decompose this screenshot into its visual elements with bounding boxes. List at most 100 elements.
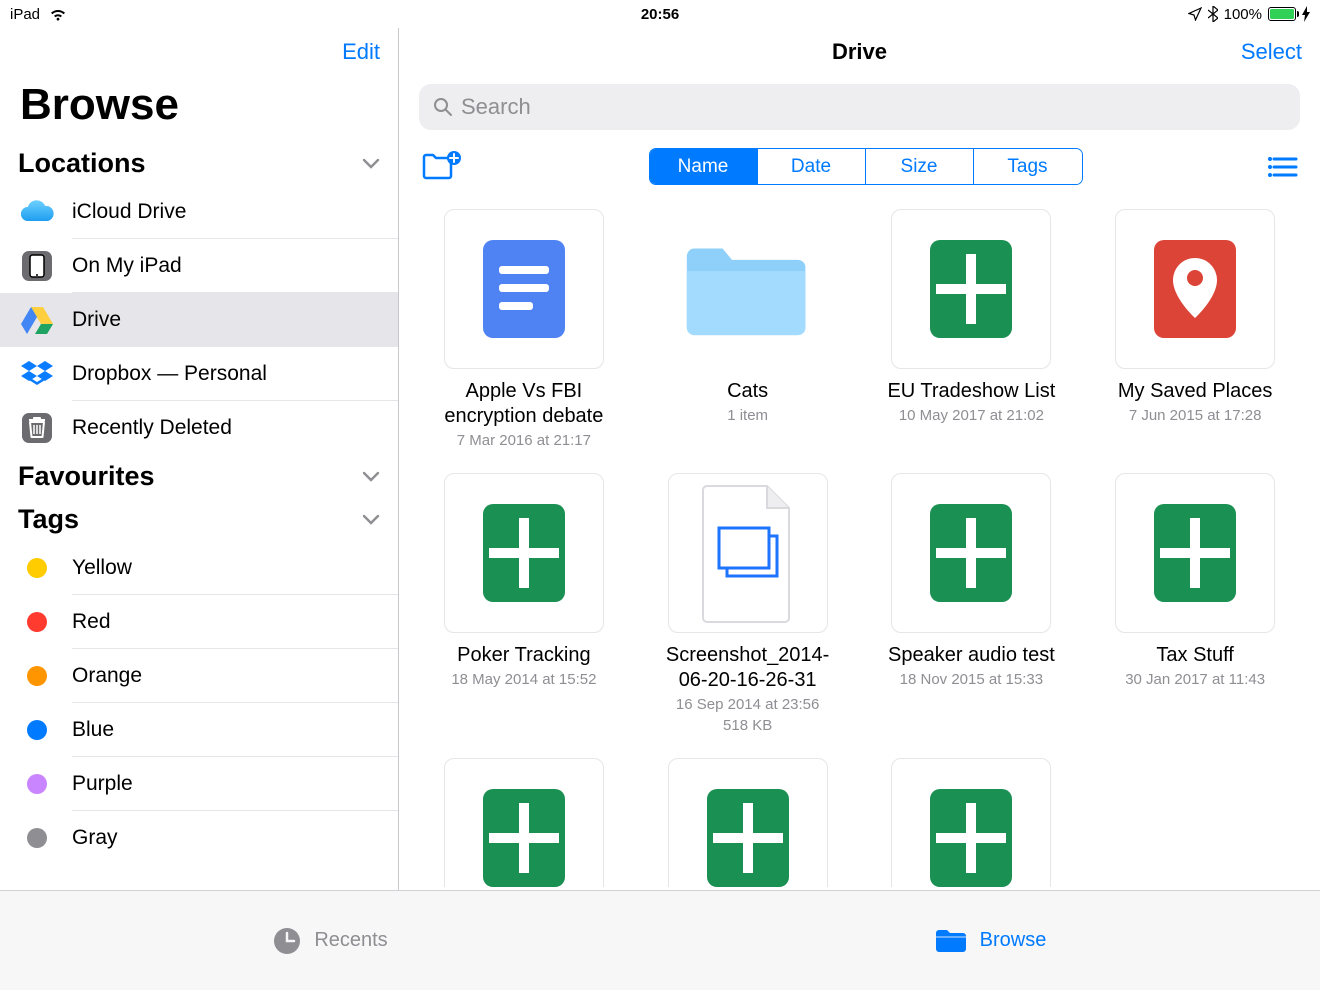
gmap-icon xyxy=(1115,209,1275,369)
dropbox-icon xyxy=(18,355,56,393)
file-name: Cats xyxy=(727,379,768,404)
gsheet-icon xyxy=(891,473,1051,633)
file-size: 518 KB xyxy=(723,716,772,736)
tag-red[interactable]: Red xyxy=(72,595,398,649)
file-name: Screenshot_2014-06-20-16-26-31 xyxy=(655,643,840,693)
file-item[interactable]: Apple Vs FBI encryption debate 7 Mar 201… xyxy=(423,209,625,451)
file-item[interactable] xyxy=(647,758,849,888)
tag-label: Orange xyxy=(72,664,142,688)
gsheet-icon xyxy=(891,758,1051,888)
sort-tags[interactable]: Tags xyxy=(974,149,1082,184)
file-meta: 18 May 2014 at 15:52 xyxy=(451,670,596,690)
file-name: My Saved Places xyxy=(1118,379,1273,404)
file-meta: 30 Jan 2017 at 11:43 xyxy=(1125,670,1265,690)
bottom-tab-bar: Recents Browse xyxy=(0,890,1320,990)
select-button[interactable]: Select xyxy=(1241,39,1302,65)
file-item[interactable]: EU Tradeshow List 10 May 2017 at 21:02 xyxy=(871,209,1073,451)
charging-icon xyxy=(1302,6,1310,22)
file-item[interactable]: My Saved Places 7 Jun 2015 at 17:28 xyxy=(1094,209,1296,451)
tag-gray[interactable]: Gray xyxy=(72,811,398,865)
sort-date[interactable]: Date xyxy=(758,149,866,184)
browse-title: Browse xyxy=(0,76,398,142)
tab-label: Recents xyxy=(314,929,387,952)
sidebar: Edit Browse Locations iCloud Drive On My… xyxy=(0,28,398,890)
file-item[interactable] xyxy=(871,758,1073,888)
favourites-header[interactable]: Favourites xyxy=(0,455,398,498)
file-name: EU Tradeshow List xyxy=(887,379,1055,404)
tag-dot xyxy=(27,828,47,848)
google-drive-icon xyxy=(18,301,56,339)
locations-header[interactable]: Locations xyxy=(0,142,398,185)
file-name: Tax Stuff xyxy=(1156,643,1233,668)
location-drive[interactable]: Drive xyxy=(0,293,398,347)
sidebar-topbar: Edit xyxy=(0,28,398,76)
bluetooth-icon xyxy=(1208,6,1218,22)
tab-browse[interactable]: Browse xyxy=(660,891,1320,990)
tag-blue[interactable]: Blue xyxy=(72,703,398,757)
locations-list: iCloud Drive On My iPad Drive Dropbox — … xyxy=(0,185,398,455)
file-name: Poker Tracking xyxy=(457,643,590,668)
sort-name[interactable]: Name xyxy=(650,149,758,184)
tag-orange[interactable]: Orange xyxy=(72,649,398,703)
file-item[interactable]: Tax Stuff 30 Jan 2017 at 11:43 xyxy=(1094,473,1296,736)
image-file-icon xyxy=(668,473,828,633)
tags-header[interactable]: Tags xyxy=(0,498,398,541)
file-item[interactable]: Speaker audio test 18 Nov 2015 at 15:33 xyxy=(871,473,1073,736)
battery-pct: 100% xyxy=(1224,6,1262,23)
new-folder-button[interactable] xyxy=(421,150,463,184)
battery-icon xyxy=(1268,7,1296,21)
file-name: Speaker audio test xyxy=(888,643,1055,668)
gdoc-icon xyxy=(444,209,604,369)
tag-dot xyxy=(27,666,47,686)
file-meta: 16 Sep 2014 at 23:56 xyxy=(676,695,819,715)
clock-icon xyxy=(272,926,302,956)
tag-dot xyxy=(27,720,47,740)
file-item[interactable]: Poker Tracking 18 May 2014 at 15:52 xyxy=(423,473,625,736)
file-meta: 7 Jun 2015 at 17:28 xyxy=(1129,406,1262,426)
location-label: Drive xyxy=(72,308,121,332)
chevron-down-icon xyxy=(362,514,380,526)
tab-recents[interactable]: Recents xyxy=(0,891,660,990)
tag-dot xyxy=(27,774,47,794)
location-label: On My iPad xyxy=(72,254,182,278)
file-grid: Apple Vs FBI encryption debate 7 Mar 201… xyxy=(399,185,1320,887)
location-label: Recently Deleted xyxy=(72,416,232,440)
gsheet-icon xyxy=(444,758,604,888)
page-title: Drive xyxy=(832,39,887,65)
tag-yellow[interactable]: Yellow xyxy=(72,541,398,595)
gsheet-icon xyxy=(1115,473,1275,633)
edit-button[interactable]: Edit xyxy=(342,39,380,65)
file-meta: 18 Nov 2015 at 15:33 xyxy=(900,670,1043,690)
chevron-down-icon xyxy=(362,158,380,170)
chevron-down-icon xyxy=(362,471,380,483)
tag-label: Gray xyxy=(72,826,118,850)
location-icon xyxy=(1188,7,1202,21)
list-view-button[interactable] xyxy=(1268,156,1298,178)
file-item[interactable] xyxy=(423,758,625,888)
tag-dot xyxy=(27,612,47,632)
favourites-label: Favourites xyxy=(18,461,155,492)
gsheet-icon xyxy=(668,758,828,888)
folder-icon xyxy=(668,209,828,369)
status-time: 20:56 xyxy=(641,6,679,23)
file-item[interactable]: Cats 1 item xyxy=(647,209,849,451)
location-label: iCloud Drive xyxy=(72,200,186,224)
wifi-icon xyxy=(48,7,68,22)
location-on-my-ipad[interactable]: On My iPad xyxy=(72,239,398,293)
tag-purple[interactable]: Purple xyxy=(72,757,398,811)
location-label: Dropbox — Personal xyxy=(72,362,267,386)
file-meta: 7 Mar 2016 at 21:17 xyxy=(457,431,591,451)
location-icloud-drive[interactable]: iCloud Drive xyxy=(72,185,398,239)
main-topbar: Drive Select xyxy=(399,28,1320,76)
locations-label: Locations xyxy=(18,148,146,179)
location-dropbox[interactable]: Dropbox — Personal xyxy=(72,347,398,401)
location-recently-deleted[interactable]: Recently Deleted xyxy=(72,401,398,455)
tag-dot xyxy=(27,558,47,578)
search-input[interactable]: Search xyxy=(419,84,1300,130)
tag-label: Yellow xyxy=(72,556,132,580)
file-item[interactable]: Screenshot_2014-06-20-16-26-31 16 Sep 20… xyxy=(647,473,849,736)
folder-icon xyxy=(934,927,968,955)
tag-label: Purple xyxy=(72,772,133,796)
tag-label: Red xyxy=(72,610,111,634)
sort-size[interactable]: Size xyxy=(866,149,974,184)
